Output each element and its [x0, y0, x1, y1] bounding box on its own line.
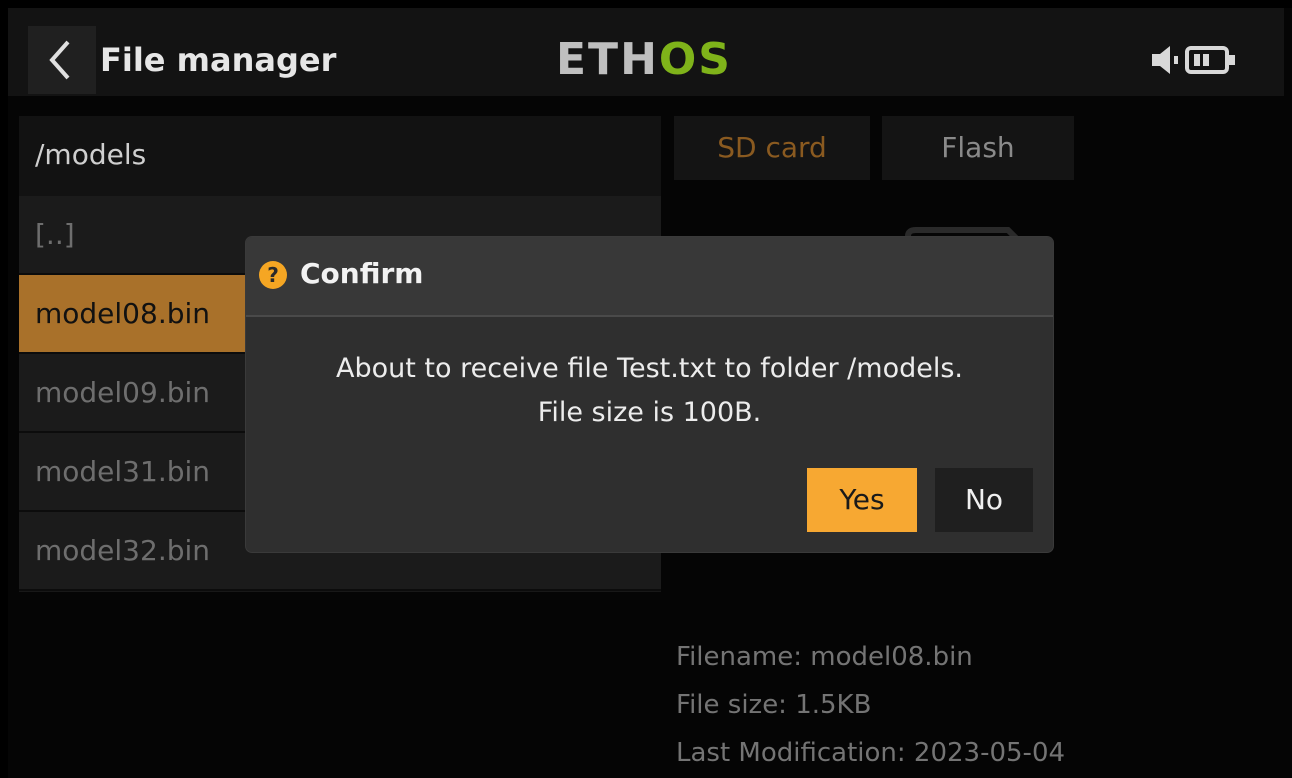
ethos-logo: ETHOS — [556, 36, 732, 84]
dialog-message-line2: File size is 100B. — [537, 397, 762, 428]
file-label: model09.bin — [35, 376, 211, 409]
speaker-icon — [1152, 46, 1178, 74]
info-filename: Filename: model08.bin — [676, 642, 973, 672]
dialog-header: ? Confirm — [246, 237, 1053, 317]
back-arrow-icon — [49, 40, 70, 80]
file-label: model32.bin — [35, 534, 211, 567]
header-bar: File manager ETHOS — [8, 8, 1284, 96]
file-label: [..] — [35, 218, 75, 251]
logo-eth: ETH — [556, 34, 659, 85]
dialog-title: Confirm — [300, 257, 424, 290]
logo-os: OS — [658, 34, 732, 85]
info-file-size: File size: 1.5KB — [676, 690, 872, 720]
info-last-modification: Last Modification: 2023-05-04 — [676, 738, 1066, 768]
battery-icon — [1185, 46, 1235, 74]
screen: File manager ETHOS /models [..] model08.… — [8, 8, 1292, 778]
dialog-message-line1: About to receive file Test.txt to folder… — [336, 353, 963, 384]
flash-tab[interactable]: Flash — [882, 116, 1074, 180]
yes-button[interactable]: Yes — [807, 468, 917, 532]
file-label: model08.bin — [35, 297, 211, 330]
page-title: File manager — [100, 41, 337, 79]
question-icon: ? — [259, 261, 287, 289]
dialog-message: About to receive file Test.txt to folder… — [246, 347, 1053, 435]
sd-card-tab[interactable]: SD card — [674, 116, 870, 180]
path-label: /models — [35, 138, 147, 171]
current-path: /models — [19, 116, 661, 196]
no-button[interactable]: No — [935, 468, 1033, 532]
confirm-dialog: ? Confirm About to receive file Test.txt… — [246, 237, 1053, 552]
back-button[interactable] — [28, 26, 96, 94]
file-label: model31.bin — [35, 455, 211, 488]
